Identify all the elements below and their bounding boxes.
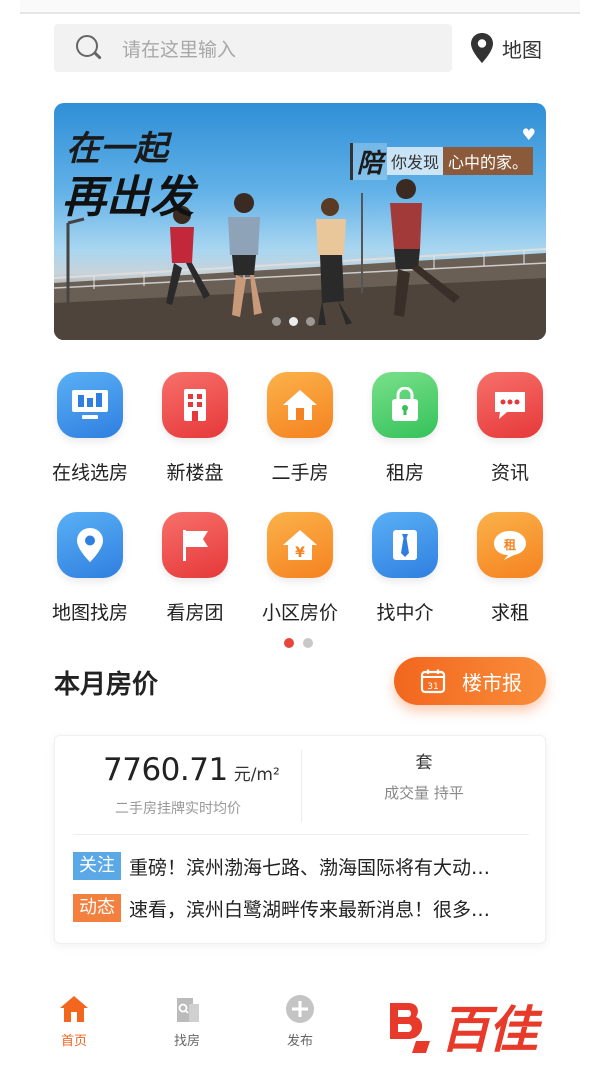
nav-label: 发布 <box>286 1034 313 1049</box>
grid-label: 看房团 <box>166 602 224 624</box>
nav-label: 首页 <box>60 1034 87 1049</box>
map-pin-icon <box>471 33 493 63</box>
search-input[interactable]: 请在这里输入 <box>54 24 452 72</box>
nav-publish[interactable]: 发布 <box>260 994 340 1049</box>
svg-text:31: 31 <box>427 682 438 692</box>
feature-row-2: 地图找房 看房团 ¥ 小区房价 找中介 租 求租 <box>38 512 562 652</box>
banner-tagline: 陪 你发现 心中的家。 <box>350 142 534 180</box>
banner-tag-text: 你发现 <box>387 147 444 175</box>
promo-banner[interactable]: 在一起 再出发 陪 你发现 心中的家。 ♥ <box>54 103 546 340</box>
watermark-logo: 百佳 <box>386 990 538 1062</box>
page-dot-active[interactable] <box>284 638 294 648</box>
grid-label: 找中介 <box>376 602 434 624</box>
search-icon <box>76 35 102 61</box>
house-yen-icon: ¥ <box>267 512 333 578</box>
grid-label: 小区房价 <box>261 602 338 624</box>
top-edge <box>20 0 580 14</box>
nav-find[interactable]: 找房 <box>147 994 227 1049</box>
price-card: 7760.71 元/m² 二手房挂牌实时均价 套 成交量 持平 关注 重磅！滨州… <box>54 735 546 944</box>
plus-circle-icon <box>286 995 314 1023</box>
grid-item-rent[interactable]: 租房 <box>353 372 457 512</box>
svg-text:¥: ¥ <box>295 545 305 561</box>
search-placeholder: 请在这里输入 <box>122 38 237 61</box>
brand-logo-icon <box>390 1003 430 1053</box>
search-row: 请在这里输入 地图 <box>0 22 600 74</box>
grid-item-tour-group[interactable]: 看房团 <box>143 512 247 652</box>
nav-label: 找房 <box>173 1034 200 1049</box>
banner-pagination <box>272 317 315 326</box>
banner-dot[interactable] <box>306 317 315 326</box>
banner-dot[interactable] <box>272 317 281 326</box>
grid-label: 资讯 <box>490 462 529 484</box>
news-item[interactable]: 关注 重磅！滨州渤海七路、渤海国际将有大动… <box>73 852 490 880</box>
market-report-label: 楼市报 <box>462 670 522 695</box>
grid-label: 在线选房 <box>51 462 128 484</box>
grid-item-new-property[interactable]: 新楼盘 <box>143 372 247 512</box>
grid-item-second-hand[interactable]: 二手房 <box>248 372 352 512</box>
grid-item-news[interactable]: 资讯 <box>458 372 562 512</box>
grid-item-community-price[interactable]: ¥ 小区房价 <box>248 512 352 652</box>
grid-label: 新楼盘 <box>166 462 224 484</box>
section-title: 本月房价 <box>54 670 159 700</box>
grid-item-want-rent[interactable]: 租 求租 <box>458 512 562 652</box>
computer-icon <box>57 372 123 438</box>
grid-item-online-select[interactable]: 在线选房 <box>38 372 142 512</box>
feature-row-1: 在线选房 新楼盘 二手房 租房 资讯 <box>38 372 562 512</box>
banner-tag-accent: 陪 <box>350 142 388 180</box>
map-pin-icon <box>57 512 123 578</box>
map-button[interactable]: 地图 <box>470 28 542 68</box>
rent-bubble-icon: 租 <box>477 512 543 578</box>
banner-dot-active[interactable] <box>289 317 298 326</box>
grid-label: 二手房 <box>271 462 329 484</box>
average-price-unit: 元/m² <box>233 765 280 785</box>
nav-home[interactable]: 首页 <box>34 994 114 1049</box>
news-text: 重磅！滨州渤海七路、渤海国际将有大动… <box>129 856 491 879</box>
house-icon <box>267 372 333 438</box>
average-price-block[interactable]: 7760.71 元/m² 二手房挂牌实时均价 <box>55 736 301 832</box>
svg-text:租: 租 <box>504 538 516 552</box>
building-search-icon <box>177 998 199 1022</box>
grid-label: 地图找房 <box>51 602 128 624</box>
building-icon <box>162 372 228 438</box>
feature-grid: 在线选房 新楼盘 二手房 租房 资讯 地图找房 看房团 ¥ 小区房价 找中介 租… <box>38 372 562 652</box>
chat-bubble-icon <box>477 372 543 438</box>
deal-volume-desc: 成交量 持平 <box>384 784 464 802</box>
banner-slogan-line2: 再出发 <box>62 172 194 223</box>
watermark-text: 百佳 <box>440 1001 538 1059</box>
map-label: 地图 <box>502 37 542 62</box>
grid-label: 租房 <box>385 462 424 484</box>
news-text: 速看，滨州白鹭湖畔传来最新消息！很多… <box>129 898 491 921</box>
calendar-icon: 31 <box>420 669 446 694</box>
divider <box>73 834 529 835</box>
home-icon <box>60 996 88 1022</box>
news-item[interactable]: 动态 速看，滨州白鹭湖畔传来最新消息！很多… <box>73 894 490 922</box>
heart-icon: ♥ <box>521 125 536 144</box>
agent-tie-icon <box>372 512 438 578</box>
average-price-value: 7760.71 <box>103 752 228 788</box>
banner-tag-text2: 心中的家。 <box>443 147 534 175</box>
grid-pagination <box>284 638 313 648</box>
news-tag: 关注 <box>73 852 121 880</box>
market-report-button[interactable]: 31 楼市报 <box>394 657 546 705</box>
deal-volume-unit: 套 <box>415 753 433 773</box>
news-tag: 动态 <box>73 894 121 922</box>
grid-item-find-agent[interactable]: 找中介 <box>353 512 457 652</box>
average-price-desc: 二手房挂牌实时均价 <box>115 801 241 817</box>
grid-item-map-search[interactable]: 地图找房 <box>38 512 142 652</box>
grid-label: 求租 <box>490 602 529 624</box>
lock-bag-icon <box>372 372 438 438</box>
page-dot[interactable] <box>303 638 313 648</box>
flag-icon <box>162 512 228 578</box>
